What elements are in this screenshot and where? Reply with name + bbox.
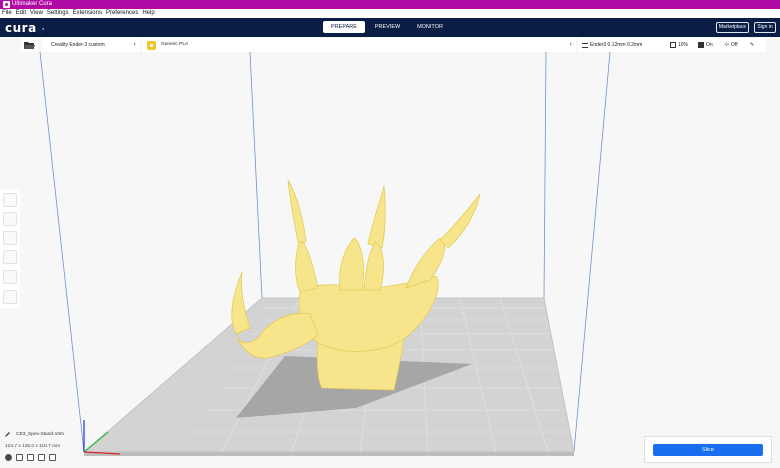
app-header: cura ● PREPARE PREVIEW MONITOR Marketpla… (0, 18, 780, 37)
menu-settings[interactable]: Settings (47, 9, 69, 18)
profile-item: Ender3 0.12mm 0.2mm (582, 38, 642, 52)
left-view-icon[interactable] (38, 454, 45, 461)
build-volume-edge (543, 52, 547, 299)
chevron-left-icon: ‹ (569, 41, 572, 48)
profile-name: Ender3 0.12mm 0.2mm (590, 42, 643, 48)
marketplace-button[interactable]: Marketplace (716, 22, 749, 33)
menu-preferences[interactable]: Preferences (106, 9, 138, 18)
cura-app-icon (3, 1, 10, 8)
sign-in-button[interactable]: Sign in (754, 22, 776, 33)
mirror-tool-icon[interactable] (3, 250, 17, 264)
material-selector[interactable]: Generic PLA ‹ (142, 38, 576, 52)
3d-viewport[interactable] (0, 52, 780, 468)
object-name: CE3_Spex-Stand-10m (16, 432, 64, 437)
profile-icon (582, 42, 588, 48)
adhesion-icon: ⊹ (724, 42, 730, 48)
scale-tool-icon[interactable] (3, 212, 17, 226)
cura-logo: cura (5, 21, 37, 35)
action-panel: Slice (644, 436, 772, 463)
logo-mark-icon: ● (42, 26, 45, 31)
top-view-icon[interactable] (27, 454, 34, 461)
open-file-button[interactable] (21, 38, 38, 52)
tab-monitor[interactable]: MONITOR (410, 21, 450, 33)
tab-prepare[interactable]: PREPARE (323, 21, 365, 33)
build-volume-edge (39, 52, 85, 453)
infill-icon (670, 42, 676, 48)
material-name: Generic PLA (161, 42, 189, 47)
chevron-left-icon: ‹ (133, 41, 136, 48)
front-view-icon[interactable] (16, 454, 23, 461)
support-icon (698, 42, 704, 48)
support-item: On (698, 38, 713, 52)
view-orientation-buttons (5, 454, 56, 461)
right-view-icon[interactable] (49, 454, 56, 461)
menu-file[interactable]: File (2, 9, 12, 18)
tool-panel (0, 190, 20, 308)
rotate-tool-icon[interactable] (3, 231, 17, 245)
per-model-settings-icon[interactable] (3, 270, 17, 284)
title-bar: Ultimaker Cura (0, 0, 780, 9)
object-dimensions: 124.7 x 125.0 x 110.7 mm (5, 444, 61, 449)
build-plate-edge (84, 452, 574, 456)
window-title: Ultimaker Cura (12, 1, 53, 7)
support-blocker-icon[interactable] (3, 290, 17, 304)
pencil-icon[interactable]: ✎ (750, 38, 754, 52)
folder-icon (24, 42, 35, 49)
menu-bar: File Edit View Settings Extensions Prefe… (0, 9, 780, 18)
move-tool-icon[interactable] (3, 193, 17, 207)
print-settings-selector[interactable]: Ender3 0.12mm 0.2mm 10% On ⊹ Off ✎ (578, 38, 766, 52)
menu-view[interactable]: View (30, 9, 43, 18)
adhesion-value: Off (731, 42, 738, 48)
build-volume-edge (249, 52, 263, 299)
slice-button[interactable]: Slice (653, 444, 763, 456)
material-extruder-icon (147, 41, 156, 50)
edit-object-icon[interactable] (5, 431, 11, 437)
infill-value: 10% (678, 42, 689, 48)
stage-tabs: PREPARE PREVIEW MONITOR (323, 21, 450, 33)
menu-extensions[interactable]: Extensions (73, 9, 102, 18)
infill-item: 10% (670, 38, 688, 52)
printer-selector[interactable]: Creality Ender-3 custom ‹ (42, 38, 140, 52)
adhesion-item: ⊹ Off (724, 38, 738, 52)
menu-help[interactable]: Help (142, 9, 154, 18)
menu-edit[interactable]: Edit (16, 9, 26, 18)
tab-preview[interactable]: PREVIEW (365, 21, 410, 33)
build-volume-edge (573, 52, 611, 453)
printer-name: Creality Ender-3 custom (51, 42, 105, 48)
support-value: On (706, 42, 713, 48)
3d-view-icon[interactable] (5, 454, 12, 461)
